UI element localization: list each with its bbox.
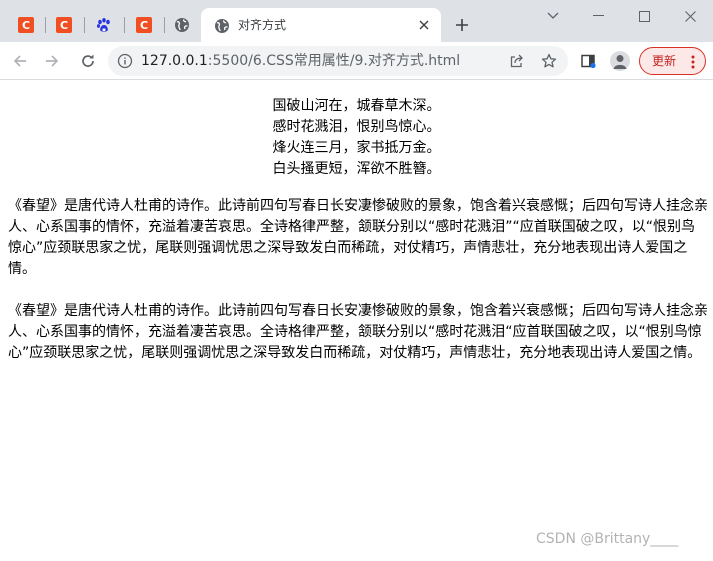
pinned-tab-csdn-2[interactable]: C — [46, 10, 82, 40]
tab-layout-icon[interactable] — [578, 51, 598, 71]
paragraph-justified: 《春望》是唐代诗人杜甫的诗作。此诗前四句写春日长安凄惨破败的景象，饱含着兴衰感慨… — [8, 198, 708, 277]
csdn-c-icon: C — [56, 17, 72, 33]
tab-active[interactable]: 对齐方式 — [201, 8, 441, 42]
poem-line: 感时花溅泪，恨别鸟惊心。 — [272, 119, 441, 135]
tab-separator — [124, 17, 125, 33]
globe-icon — [214, 18, 230, 34]
tab-globe[interactable] — [164, 10, 200, 40]
poem-line: 烽火连三月，家书抵万金。 — [272, 140, 441, 156]
tab-strip: C C C 对齐方式 — [0, 0, 713, 42]
forward-arrow-icon[interactable] — [40, 49, 64, 73]
poem-line: 白头搔更短，浑欲不胜簪。 — [272, 161, 441, 177]
poem: 国破山河在，城春草木深。 感时花溅泪，恨别鸟惊心。 烽火连三月，家书抵万金。 白… — [0, 96, 713, 180]
new-tab-button[interactable] — [450, 13, 474, 37]
globe-icon — [174, 17, 190, 33]
tab-title: 对齐方式 — [238, 18, 287, 32]
pinned-tab-baidu[interactable] — [86, 10, 122, 40]
window-close-icon[interactable] — [667, 2, 713, 30]
maximize-icon[interactable] — [621, 2, 667, 30]
info-icon[interactable] — [117, 53, 133, 73]
back-arrow-icon[interactable] — [8, 49, 32, 73]
more-menu-icon — [691, 54, 695, 70]
tab-search-chevron-icon[interactable] — [530, 2, 576, 30]
csdn-c-icon: C — [136, 17, 152, 33]
page-content: 国破山河在，城春草木深。 感时花溅泪，恨别鸟惊心。 烽火连三月，家书抵万金。 白… — [0, 81, 713, 561]
poem-line: 国破山河在，城春草木深。 — [272, 98, 441, 114]
watermark: CSDN @Brittany____ — [536, 531, 679, 547]
reload-icon[interactable] — [76, 49, 100, 73]
close-icon[interactable] — [415, 16, 433, 34]
minimize-icon[interactable] — [575, 2, 621, 30]
update-label: 更新 — [652, 54, 677, 68]
csdn-c-icon: C — [18, 17, 34, 33]
url-text: 127.0.0.1:5500/6.CSS常用属性/9.对齐方式.html — [141, 53, 460, 69]
paragraph-left: 《春望》是唐代诗人杜甫的诗作。此诗前四句写春日长安凄惨破败的景象，饱含着兴衰感慨… — [8, 303, 708, 361]
browser-toolbar: 127.0.0.1:5500/6.CSS常用属性/9.对齐方式.html 更新 — [0, 42, 713, 80]
pinned-tab-csdn-1[interactable]: C — [8, 10, 44, 40]
update-button[interactable]: 更新 — [639, 47, 706, 75]
bookmark-star-icon[interactable] — [540, 52, 558, 70]
url-host: 127.0.0.1 — [141, 53, 208, 69]
address-bar[interactable]: 127.0.0.1:5500/6.CSS常用属性/9.对齐方式.html — [108, 46, 568, 76]
baidu-paw-icon — [96, 17, 112, 33]
url-path: :5500/6.CSS常用属性/9.对齐方式.html — [207, 53, 461, 69]
avatar[interactable] — [610, 51, 630, 71]
tab-separator — [84, 17, 85, 33]
share-icon[interactable] — [508, 52, 526, 70]
pinned-tab-csdn-3[interactable]: C — [126, 10, 162, 40]
